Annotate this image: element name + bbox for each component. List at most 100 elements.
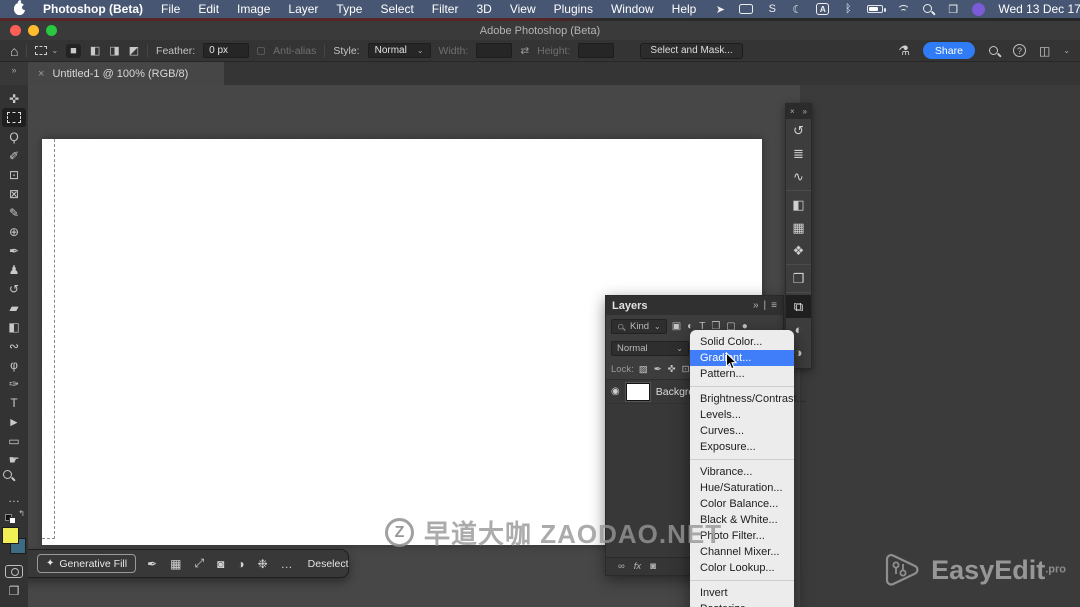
share-button[interactable]: Share — [922, 42, 975, 59]
spotlight-icon[interactable] — [922, 3, 934, 15]
workspace-icon[interactable]: ◫ — [1039, 44, 1050, 58]
menu-3d[interactable]: 3D — [476, 2, 491, 16]
menubar-clock[interactable]: Wed 13 Dec 17:12 — [998, 2, 1080, 16]
window-switcher-icon[interactable]: ❒ — [947, 3, 959, 16]
generative-fill-button[interactable]: ✦ Generative Fill — [37, 554, 137, 573]
menu-type[interactable]: Type — [336, 2, 362, 16]
height-input[interactable] — [578, 43, 615, 58]
dock-expand-icon[interactable]: » — [803, 107, 807, 116]
layers-panel-icon[interactable]: ⧉ — [786, 295, 811, 318]
menu-view[interactable]: View — [510, 2, 536, 16]
kind-filter-select[interactable]: Kind ⌄ — [611, 319, 667, 334]
crop-tool[interactable]: ⊡ — [2, 165, 26, 184]
swap-dimensions-icon[interactable]: ⇄ — [520, 45, 529, 57]
battery-icon[interactable] — [867, 5, 886, 13]
menu-photoshop[interactable]: Photoshop (Beta) — [43, 2, 143, 16]
menu-item-solid-color[interactable]: Solid Color... — [690, 334, 794, 350]
menu-item-black-white[interactable]: Black & White... — [690, 512, 794, 528]
menu-item-color-lookup[interactable]: Color Lookup... — [690, 560, 794, 576]
lock-artboard-icon[interactable]: ⊡ — [682, 364, 690, 375]
tab-close-icon[interactable]: × — [38, 68, 44, 80]
gradient-tool[interactable]: ◧ — [2, 317, 26, 336]
home-icon[interactable]: ⌂ — [10, 44, 18, 58]
lasso-tool[interactable]: Ϙ — [2, 127, 26, 146]
refine-selection-icon[interactable]: ✒ — [147, 557, 157, 571]
invert-selection-icon[interactable]: ◑ — [237, 557, 244, 571]
menu-item-pattern[interactable]: Pattern... — [690, 366, 794, 382]
more-options-icon[interactable]: … — [281, 557, 293, 571]
menu-item-color-balance[interactable]: Color Balance... — [690, 496, 794, 512]
menu-window[interactable]: Window — [611, 2, 654, 16]
move-tool[interactable]: ✜ — [2, 89, 26, 108]
swatches-panel-icon[interactable]: ❖ — [786, 239, 811, 262]
lock-image-pixels-icon[interactable]: ✒ — [654, 364, 662, 375]
quick-mask-icon[interactable] — [5, 565, 23, 578]
hand-tool[interactable]: ☛ — [2, 450, 26, 469]
toolbar-more-icon[interactable]: … — [2, 488, 26, 507]
display-icon[interactable] — [739, 4, 754, 14]
rectangular-marquee-tool[interactable] — [2, 108, 26, 127]
object-selection-tool[interactable]: ✐ — [2, 146, 26, 165]
path-selection-tool[interactable]: ► — [2, 412, 26, 431]
gradients-panel-icon[interactable]: ◧ — [786, 193, 811, 216]
healing-brush-tool[interactable]: ⊕ — [2, 222, 26, 241]
menu-item-levels[interactable]: Levels... — [690, 407, 794, 423]
menu-item-channel-mixer[interactable]: Channel Mixer... — [690, 544, 794, 560]
menu-file[interactable]: File — [161, 2, 180, 16]
deselect-button[interactable]: Deselect — [308, 558, 349, 570]
layer-effects-icon[interactable]: fx — [634, 561, 641, 572]
tool-preset-icon[interactable]: ⌄ — [35, 46, 58, 55]
menu-image[interactable]: Image — [237, 2, 270, 16]
style-select[interactable]: Normal ⌄ — [367, 43, 431, 58]
history-panel-icon[interactable]: ↺ — [786, 119, 811, 142]
help-icon[interactable]: ? — [1012, 44, 1026, 57]
menu-item-curves[interactable]: Curves... — [690, 423, 794, 439]
apple-icon[interactable] — [14, 3, 27, 15]
blend-mode-select[interactable]: Normal ⌄ — [611, 341, 689, 356]
zoom-tool[interactable] — [2, 469, 26, 488]
create-mask-icon[interactable]: ◙ — [217, 557, 224, 571]
fill-selection-icon[interactable]: ❉ — [258, 557, 268, 571]
menu-help[interactable]: Help — [672, 2, 697, 16]
lock-transparent-pixels-icon[interactable]: ▨ — [639, 364, 648, 375]
menu-item-invert[interactable]: Invert — [690, 585, 794, 601]
document-tab[interactable]: × Untitled-1 @ 100% (RGB/8) — [28, 62, 224, 85]
beta-flask-icon[interactable]: ⚗ — [898, 43, 910, 59]
bluetooth-icon[interactable]: ᛒ — [842, 3, 854, 15]
wifi-icon[interactable] — [896, 4, 910, 14]
panel-collapse-icon[interactable]: » — [753, 300, 759, 311]
smudge-tool[interactable]: ∾ — [2, 336, 26, 355]
patterns-panel-icon[interactable]: ▦ — [786, 216, 811, 239]
subtract-from-selection-icon[interactable]: ◨ — [109, 44, 119, 57]
menu-edit[interactable]: Edit — [198, 2, 219, 16]
chevron-down-icon[interactable]: ⌄ — [1063, 46, 1070, 55]
menu-item-hue-saturation[interactable]: Hue/Saturation... — [690, 480, 794, 496]
type-tool[interactable]: T — [2, 393, 26, 412]
menu-item-gradient[interactable]: Gradient... — [690, 350, 794, 366]
filter-pixel-layers-icon[interactable]: ▣ — [672, 321, 681, 332]
layer-thumbnail[interactable] — [624, 381, 651, 402]
brush-tool[interactable]: ✒ — [2, 241, 26, 260]
location-icon[interactable]: ➤ — [714, 3, 726, 16]
libraries-panel-icon[interactable]: ❒ — [786, 267, 811, 290]
dodge-tool[interactable]: φ — [2, 355, 26, 374]
pen-tool[interactable]: ✑ — [2, 374, 26, 393]
panel-menu-icon[interactable]: ≡ — [771, 300, 777, 311]
menu-select[interactable]: Select — [380, 2, 413, 16]
menu-item-exposure[interactable]: Exposure... — [690, 439, 794, 455]
default-colors-icon[interactable]: ↰ — [5, 509, 25, 525]
menu-item-vibrance[interactable]: Vibrance... — [690, 464, 794, 480]
shottr-icon[interactable]: S — [766, 3, 778, 15]
dock-close-icon[interactable]: × — [790, 107, 795, 116]
foreground-color-swatch[interactable] — [2, 527, 19, 544]
menu-layer[interactable]: Layer — [288, 2, 318, 16]
width-input[interactable] — [476, 43, 513, 58]
transform-selection-icon[interactable]: ⤢ — [195, 556, 205, 571]
properties-panel-icon[interactable]: ≣ — [786, 142, 811, 165]
toolbar-collapse-icon[interactable]: » — [0, 62, 28, 85]
shape-tool[interactable]: ▭ — [2, 431, 26, 450]
anti-alias-checkbox[interactable] — [257, 46, 266, 55]
menu-item-photo-filter[interactable]: Photo Filter... — [690, 528, 794, 544]
do-not-disturb-icon[interactable]: ☾ — [791, 3, 803, 16]
app-menu-icon[interactable] — [972, 2, 986, 16]
